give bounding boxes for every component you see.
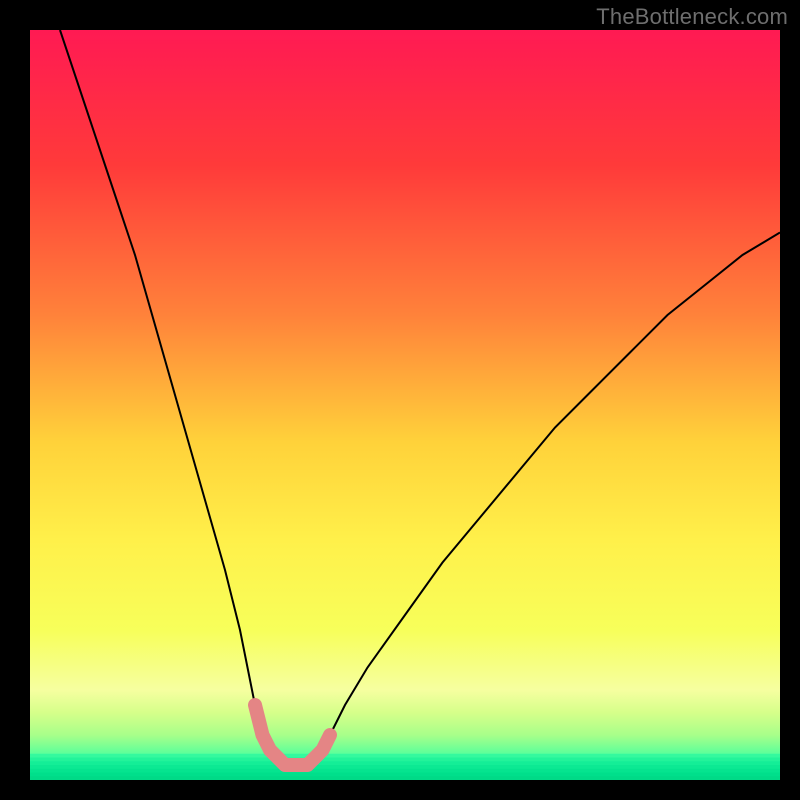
bottleneck-chart <box>0 0 800 800</box>
gradient-background <box>30 30 780 780</box>
attribution-text: TheBottleneck.com <box>596 4 788 30</box>
green-band <box>30 754 780 781</box>
chart-frame: TheBottleneck.com <box>0 0 800 800</box>
plot-area <box>30 30 780 781</box>
